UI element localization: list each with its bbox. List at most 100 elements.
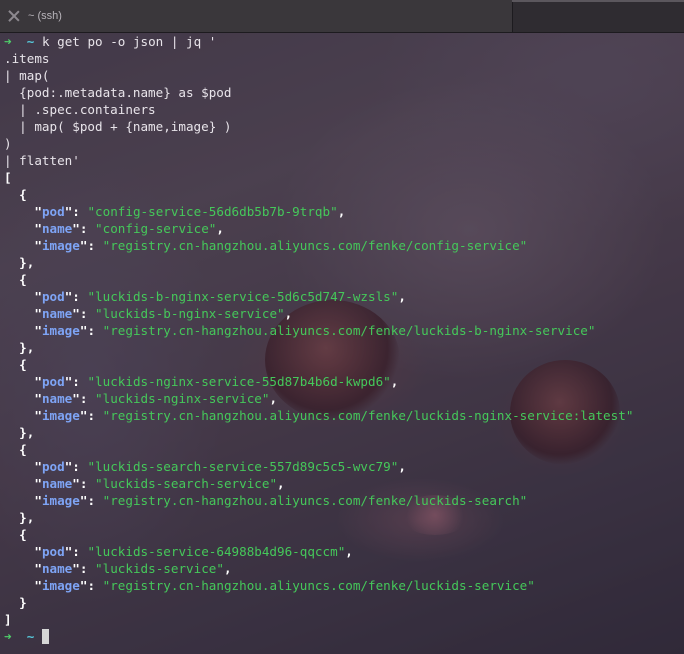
json-field-pod: "pod": "luckids-b-nginx-service-5d6c5d74…	[4, 288, 680, 305]
json-quote-colon: ":	[72, 476, 88, 491]
json-key-pod: pod	[41, 374, 65, 389]
json-quote: "	[95, 561, 103, 576]
tab-bar-empty-area	[512, 0, 684, 2]
json-brace-close: },	[19, 510, 35, 525]
json-value-image: registry.cn-hangzhou.aliyuncs.com/fenke/…	[110, 323, 588, 338]
json-value-image: registry.cn-hangzhou.aliyuncs.com/fenke/…	[110, 238, 520, 253]
json-quote-colon: ":	[72, 391, 88, 406]
json-comma: ,	[269, 391, 278, 406]
json-brace-close: },	[19, 425, 35, 440]
json-brace-open: {	[19, 187, 27, 202]
prompt-directory: ~	[26, 34, 35, 49]
jq-filter-text: {pod:.metadata.name} as $pod	[4, 85, 232, 100]
json-field-pod: "pod": "luckids-service-64988b4d96-qqccm…	[4, 543, 680, 560]
json-comma: ,	[216, 221, 224, 236]
jq-filter-text: | .spec.containers	[4, 102, 156, 117]
json-field-pod: "pod": "config-service-56d6db5b7b-9trqb"…	[4, 203, 680, 220]
json-field-name: "name": "luckids-search-service",	[4, 475, 680, 492]
jq-filter-line: .items	[4, 50, 680, 67]
json-quote: "	[34, 289, 42, 304]
json-quote: "	[519, 493, 528, 508]
json-quote: "	[34, 391, 42, 406]
json-field-name: "name": "luckids-nginx-service",	[4, 390, 680, 407]
prompt-directory: ~	[26, 629, 35, 644]
json-brace-open: {	[19, 272, 27, 287]
json-comma: ,	[277, 476, 285, 491]
json-quote: "	[34, 493, 42, 508]
json-quote: "	[527, 578, 535, 593]
json-value-name: luckids-nginx-service	[102, 391, 262, 406]
json-quote-colon: ":	[64, 459, 80, 474]
json-field-image: "image": "registry.cn-hangzhou.aliyuncs.…	[4, 492, 680, 509]
json-field-name: "name": "luckids-service",	[4, 560, 680, 577]
json-object-close: },	[4, 509, 680, 526]
terminal-tab[interactable]: ~ (ssh)	[0, 0, 513, 32]
json-quote: "	[34, 544, 42, 559]
active-prompt-line: ➜ ~	[4, 628, 680, 645]
json-quote: "	[87, 459, 96, 474]
tab-title: ~ (ssh)	[28, 10, 62, 22]
json-object-close: }	[4, 594, 680, 611]
json-close-bracket-line: ]	[4, 611, 680, 628]
json-comma: ,	[223, 561, 232, 576]
json-key-name: name	[41, 476, 73, 491]
json-quote: "	[95, 221, 103, 236]
jq-filter-text: .items	[4, 51, 50, 66]
json-key-image: image	[41, 578, 80, 593]
json-field-name: "name": "config-service",	[4, 220, 680, 237]
json-quote: "	[95, 476, 103, 491]
json-quote: "	[330, 204, 338, 219]
json-brace-open: {	[19, 442, 27, 457]
json-open-bracket-line: [	[4, 169, 680, 186]
json-quote: "	[625, 408, 634, 423]
json-quote: "	[269, 476, 278, 491]
json-value-image: registry.cn-hangzhou.aliyuncs.com/fenke/…	[110, 408, 626, 423]
json-quote-colon: ":	[72, 561, 88, 576]
jq-filter-text: | flatten'	[4, 153, 80, 168]
json-object-open: {	[4, 186, 680, 203]
json-quote: "	[383, 374, 391, 389]
json-quote: "	[34, 476, 42, 491]
json-quote: "	[87, 544, 96, 559]
json-quote: "	[87, 204, 96, 219]
json-value-image: registry.cn-hangzhou.aliyuncs.com/fenke/…	[110, 578, 528, 593]
json-object-open: {	[4, 526, 680, 543]
json-key-pod: pod	[41, 459, 65, 474]
json-object-open: {	[4, 441, 680, 458]
json-quote: "	[519, 238, 528, 253]
json-quote-colon: ":	[79, 408, 96, 423]
json-field-image: "image": "registry.cn-hangzhou.aliyuncs.…	[4, 322, 680, 339]
json-value-name: luckids-b-nginx-service	[102, 306, 278, 321]
json-quote: "	[277, 306, 285, 321]
jq-filter-text: | map( $pod + {name,image} )	[4, 119, 232, 134]
command-line: ➜ ~ k get po -o json | jq '	[4, 33, 680, 50]
json-comma: ,	[345, 544, 353, 559]
json-field-image: "image": "registry.cn-hangzhou.aliyuncs.…	[4, 577, 680, 594]
json-quote-colon: ":	[79, 578, 96, 593]
json-quote: "	[34, 221, 42, 236]
json-brace-close: }	[19, 595, 27, 610]
json-object-close: },	[4, 424, 680, 441]
json-value-name: luckids-search-service	[102, 476, 270, 491]
json-field-name: "name": "luckids-b-nginx-service",	[4, 305, 680, 322]
json-brace-open: {	[19, 527, 27, 542]
command-text: k get po -o json | jq '	[41, 34, 217, 49]
json-quote: "	[587, 323, 596, 338]
json-quote: "	[87, 289, 96, 304]
terminal-cursor[interactable]	[41, 629, 49, 644]
jq-filter-text: | map(	[4, 68, 50, 83]
json-key-name: name	[41, 391, 73, 406]
json-key-image: image	[41, 323, 80, 338]
json-key-pod: pod	[41, 204, 65, 219]
json-value-pod: luckids-service-64988b4d96-qqccm	[95, 544, 338, 559]
json-quote: "	[87, 374, 96, 389]
json-key-pod: pod	[41, 289, 65, 304]
json-key-name: name	[41, 561, 73, 576]
json-quote-colon: ":	[79, 323, 96, 338]
close-tab-icon[interactable]	[8, 10, 20, 22]
terminal-output[interactable]: ➜ ~ k get po -o json | jq ' .items | map( …	[4, 33, 680, 645]
prompt-arrow-icon: ➜	[4, 629, 12, 644]
json-value-name: luckids-service	[102, 561, 217, 576]
json-key-name: name	[41, 221, 73, 236]
json-quote-colon: ":	[79, 493, 96, 508]
